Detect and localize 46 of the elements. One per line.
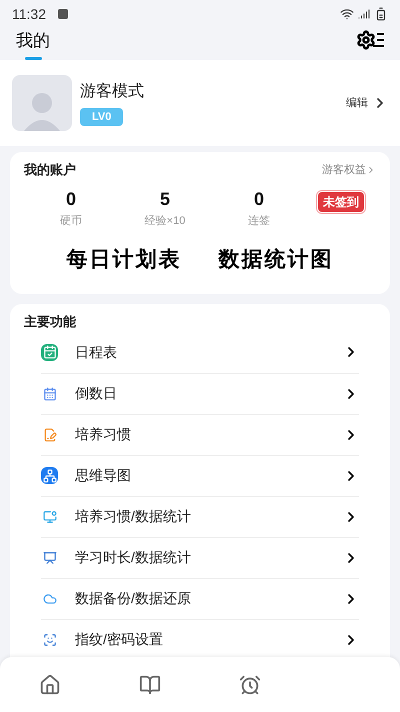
mind-map-icon <box>41 467 58 484</box>
notification-icon <box>58 9 68 19</box>
feature-label: 指纹/密码设置 <box>75 630 163 649</box>
tab[interactable]: 我的 <box>16 28 50 60</box>
wifi-icon <box>340 7 354 21</box>
feature-label: 倒数日 <box>75 384 117 403</box>
sign-in-button[interactable]: 未签到 <box>318 192 364 212</box>
book-icon[interactable] <box>139 674 161 696</box>
account-title: 我的账户 <box>24 161 76 179</box>
stat-label: 硬币 <box>60 214 82 228</box>
shortcut-button[interactable]: 数据统计图 <box>218 243 334 274</box>
feature-item[interactable]: 培养习惯/数据统计 <box>41 496 359 536</box>
feature-item[interactable]: 学习时长/数据统计 <box>41 536 359 578</box>
feature-label: 培养习惯/数据统计 <box>75 507 191 526</box>
feature-label: 日程表 <box>75 342 117 362</box>
guest-benefits-link[interactable]: 游客权益 <box>322 162 376 178</box>
alarm-clock-icon[interactable] <box>239 674 261 696</box>
settings-menu-icon[interactable] <box>356 30 384 50</box>
feature-label: 数据备份/数据还原 <box>75 589 191 608</box>
features-title: 主要功能 <box>24 313 77 331</box>
stat-label: 经验×10 <box>144 214 186 228</box>
signal-icon <box>358 8 370 20</box>
shortcut-button[interactable]: 每日计划表 <box>66 243 182 274</box>
status-time: 11:32 <box>12 4 46 24</box>
presentation-board-icon <box>41 549 58 566</box>
feature-item[interactable]: 数据备份/数据还原 <box>41 578 359 618</box>
scan-icon <box>41 631 58 648</box>
edit-button[interactable]: 编辑 <box>346 94 388 112</box>
avatar <box>12 75 72 131</box>
feature-item[interactable]: 培养习惯 <box>41 414 359 454</box>
calendar-icon <box>41 385 58 402</box>
feature-label: 思维导图 <box>75 466 131 485</box>
stat-value: 0 <box>254 188 264 210</box>
level-badge: LV0 <box>80 108 124 126</box>
battery-icon <box>374 7 388 21</box>
feature-item[interactable]: 日程表 <box>41 332 359 372</box>
feature-label: 学习时长/数据统计 <box>75 548 191 567</box>
feature-label: 培养习惯 <box>75 425 131 444</box>
feature-item[interactable]: 倒数日 <box>41 372 359 414</box>
stat-value: 0 <box>66 188 76 210</box>
home-icon[interactable] <box>39 674 61 696</box>
stat-label: 连签 <box>248 214 270 228</box>
user-name: 游客模式 <box>80 82 144 102</box>
feature-item[interactable]: 思维导图 <box>41 454 359 496</box>
calendar-icon <box>41 344 58 360</box>
stat-value: 5 <box>160 188 170 210</box>
